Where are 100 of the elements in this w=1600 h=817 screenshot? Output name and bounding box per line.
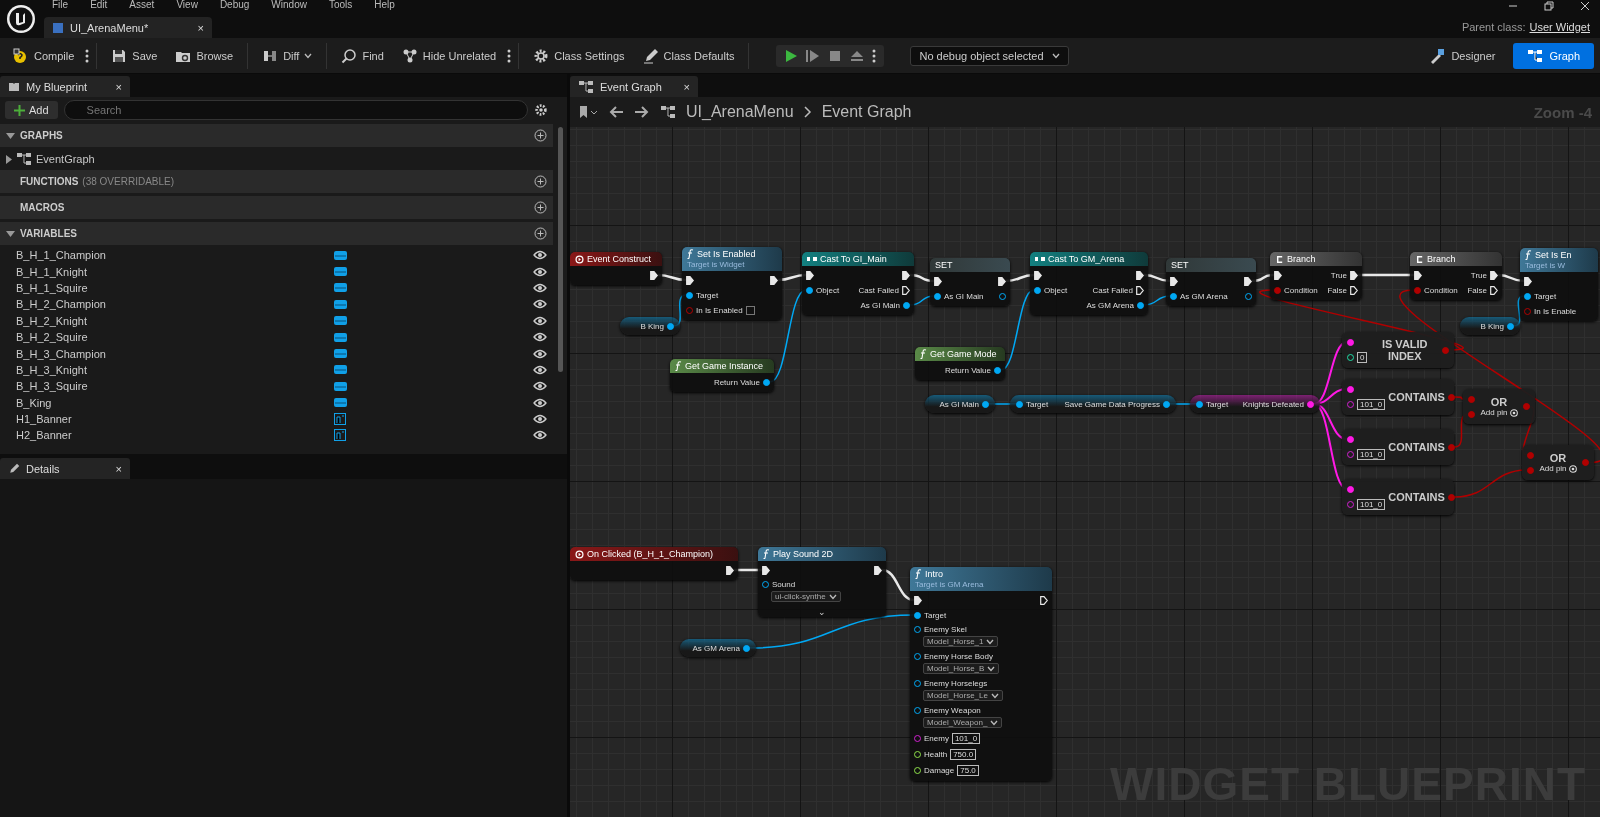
variable-name[interactable]: B_H_1_Knight [16,265,334,278]
pin-icon[interactable] [1524,292,1531,300]
graph-node[interactable]: Branch Condition True False [1270,252,1362,300]
pin-value-field[interactable]: 0 [1357,352,1368,363]
pin-value-field[interactable]: 750.0 [950,749,977,760]
exec-pin-icon[interactable] [1136,270,1144,280]
pin-icon[interactable] [1347,338,1354,346]
toolbar-button[interactable]: Hide Unrelated [394,43,504,68]
restore-icon[interactable] [1544,1,1554,11]
variable-name[interactable]: B_H_2_Knight [16,314,334,327]
graph-node[interactable]: Play Sound 2D Sound ui-click-synthe ⌄ [758,547,886,617]
kebab-menu-icon[interactable] [507,48,512,63]
pin-icon[interactable] [1016,400,1023,408]
graph-node[interactable]: On Clicked (B_H_1_Champion) [570,547,738,580]
exec-pin-icon[interactable] [1490,270,1498,280]
pin-icon[interactable] [806,286,813,294]
pin-icon[interactable] [914,611,921,619]
exec-pin-icon[interactable] [934,276,942,286]
variable-name[interactable]: B_H_2_Champion [16,298,334,311]
graph-node[interactable]: 101_0 CONTAINS [1342,379,1454,415]
variable-node[interactable]: As GI Main [925,395,995,413]
exec-pin-icon[interactable] [806,270,814,280]
exec-pin-icon[interactable] [1034,270,1042,280]
pin-icon[interactable] [1507,322,1514,330]
exec-pin-icon[interactable] [998,276,1006,286]
search-field[interactable]: Search [63,100,528,120]
pin-value-field[interactable]: 101_0 [1357,399,1386,410]
add-button[interactable]: Add [5,101,58,119]
add-icon[interactable] [534,129,547,142]
menu-item[interactable]: Help [374,0,395,12]
step-icon[interactable] [806,48,821,63]
variable-node[interactable]: B King [1460,317,1520,335]
graph-node[interactable]: Event Construct [570,252,662,285]
exec-pin-icon[interactable] [1244,276,1252,286]
pin-icon[interactable] [1137,301,1144,309]
exec-pin-icon[interactable] [686,275,694,285]
close-icon[interactable] [1580,1,1590,11]
menu-item[interactable]: View [176,0,198,12]
expand-arrow-icon[interactable] [6,132,15,139]
variable-name[interactable]: B_H_3_Knight [16,363,334,376]
bookmark-icon[interactable] [578,104,598,120]
exec-pin-icon[interactable] [914,595,922,605]
variable-node[interactable]: B King [620,317,680,335]
exec-pin-icon[interactable] [902,285,910,295]
exec-pin-icon[interactable] [1136,285,1144,295]
eye-icon[interactable] [533,250,547,261]
forward-arrow-icon[interactable] [634,105,650,119]
exec-pin-icon[interactable] [770,275,778,285]
exec-pin-icon[interactable] [726,565,734,575]
eject-icon[interactable] [850,48,865,63]
graph-node[interactable]: 101_0 CONTAINS [1342,429,1454,465]
engine-logo-icon[interactable] [6,4,36,34]
panel-tab[interactable]: My Blueprint × [0,76,130,97]
toolbar-button[interactable]: Save [104,43,165,68]
pin-icon[interactable] [1347,485,1354,493]
variable-node[interactable]: Target Save Game Data Progress [1010,395,1176,413]
exec-pin-icon[interactable] [1170,276,1178,286]
add-pin-label[interactable]: Add pin [1480,408,1508,418]
kebab-menu-icon[interactable] [872,48,877,63]
pin-icon[interactable] [743,644,750,652]
asset-dropdown[interactable]: ui-click-synthe [771,591,841,602]
eye-icon[interactable] [533,430,547,441]
menu-item[interactable]: Edit [90,0,108,12]
asset-dropdown[interactable]: Model_Horse_B [923,663,1000,674]
graph-node[interactable]: Cast To GI_Main Object Cast Failed As GI Main [802,252,914,315]
variable-name[interactable]: B_H_1_Squire [16,281,334,294]
menu-item[interactable]: File [52,0,69,12]
graph-tab[interactable]: Event Graph × [570,76,698,97]
mode-button[interactable]: Graph [1513,42,1594,69]
section-header[interactable]: GRAPHS [0,124,553,147]
caret-icon[interactable] [987,665,996,672]
menu-item[interactable]: Window [271,0,307,12]
play-icon[interactable] [784,48,799,63]
graph-node[interactable]: OR Add pin [1463,389,1535,424]
add-icon[interactable] [534,201,547,214]
pin-icon[interactable] [934,292,941,300]
breadcrumb-item[interactable]: Event Graph [821,103,912,121]
document-tab[interactable]: UI_ArenaMenu* × [44,17,212,38]
expand-toggle[interactable]: ⌄ [758,607,886,617]
menu-item[interactable]: Asset [129,0,155,12]
pin-value-field[interactable]: 101_0 [1357,449,1386,460]
graph-canvas[interactable] [570,127,1600,817]
add-icon[interactable] [534,175,547,188]
eye-icon[interactable] [533,364,547,375]
debug-object-dropdown[interactable]: No debug object selected [910,45,1069,66]
menu-item[interactable]: Debug [219,0,250,12]
pin-icon[interactable] [1170,292,1177,300]
pin-icon[interactable] [1163,400,1170,408]
add-icon[interactable] [534,227,547,240]
graph-node[interactable]: SET As GI Main [930,258,1010,306]
back-arrow-icon[interactable] [608,105,624,119]
exec-pin-icon[interactable] [1350,270,1358,280]
eye-icon[interactable] [533,282,547,293]
exec-pin-icon[interactable] [1350,285,1358,295]
eye-icon[interactable] [533,348,547,359]
eye-icon[interactable] [533,414,547,425]
pin-icon[interactable] [1196,400,1203,408]
variable-name[interactable]: H2_Banner [16,429,334,442]
graph-node[interactable]: OR Add pin [1522,445,1594,480]
variable-name[interactable]: B_H_3_Champion [16,347,334,360]
